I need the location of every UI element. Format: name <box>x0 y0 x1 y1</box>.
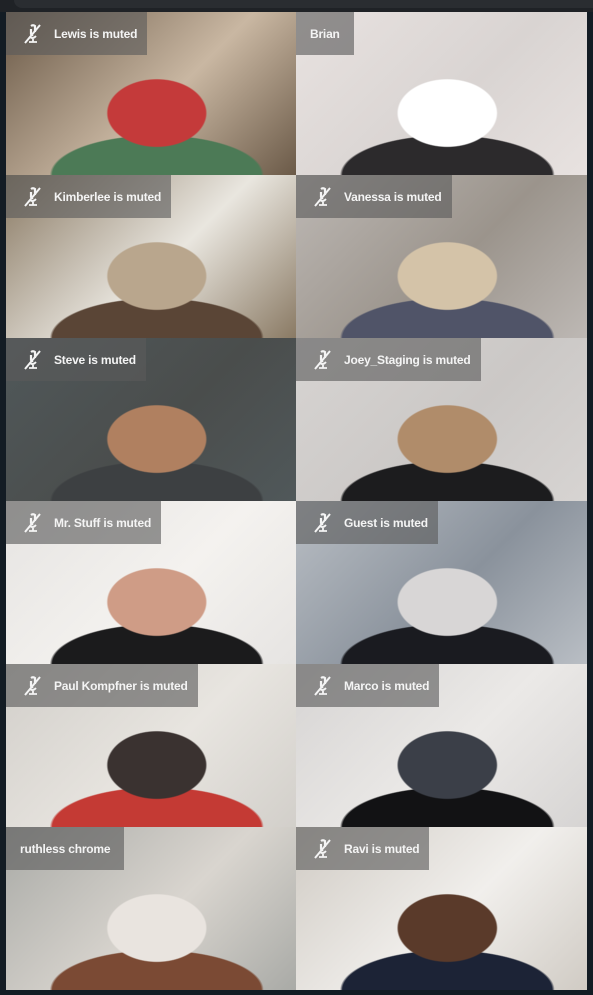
browser-tab-strip <box>14 0 593 8</box>
participant-status-text: Vanessa is muted <box>344 189 442 204</box>
participant-name-label: Marco is muted <box>296 664 440 707</box>
participant-status-text: Brian <box>310 26 340 41</box>
participant-tile-joey-staging[interactable]: Joey_Staging is muted <box>296 338 587 501</box>
participant-tile-brian[interactable]: Brian <box>296 12 587 175</box>
participant-status-text: Kimberlee is muted <box>54 189 162 204</box>
participant-tile-steve[interactable]: Steve is muted <box>6 338 296 501</box>
mic-off-icon <box>312 838 334 860</box>
participant-status-text: Paul Kompfner is muted <box>54 678 188 693</box>
participant-name-label: Guest is muted <box>296 501 438 544</box>
participant-grid: Lewis is muted Brian Kimberlee is muted <box>6 12 587 990</box>
participant-name-label: Ravi is muted <box>296 827 430 870</box>
participant-tile-mr-stuff[interactable]: Mr. Stuff is muted <box>6 501 296 664</box>
participant-name-label: Vanessa is muted <box>296 175 452 218</box>
participant-status-text: ruthless chrome <box>20 841 111 856</box>
mic-off-icon <box>312 186 334 208</box>
participant-tile-ravi[interactable]: Ravi is muted <box>296 827 587 990</box>
participant-name-label: Kimberlee is muted <box>6 175 172 218</box>
participant-status-text: Steve is muted <box>54 352 136 367</box>
mic-off-icon <box>312 349 334 371</box>
mic-off-icon <box>22 512 44 534</box>
participant-tile-vanessa[interactable]: Vanessa is muted <box>296 175 587 338</box>
mic-off-icon <box>22 349 44 371</box>
participant-name-label: ruthless chrome <box>6 827 125 870</box>
mic-off-icon <box>22 675 44 697</box>
participant-tile-kimberlee[interactable]: Kimberlee is muted <box>6 175 296 338</box>
participant-tile-guest[interactable]: Guest is muted <box>296 501 587 664</box>
participant-status-text: Guest is muted <box>344 515 428 530</box>
participant-name-label: Paul Kompfner is muted <box>6 664 198 707</box>
participant-tile-lewis[interactable]: Lewis is muted <box>6 12 296 175</box>
participant-tile-paul-kompfner[interactable]: Paul Kompfner is muted <box>6 664 296 827</box>
participant-tile-ruthless-chrome[interactable]: ruthless chrome <box>6 827 296 990</box>
participant-tile-marco[interactable]: Marco is muted <box>296 664 587 827</box>
participant-status-text: Ravi is muted <box>344 841 420 856</box>
participant-name-label: Lewis is muted <box>6 12 148 55</box>
participant-status-text: Joey_Staging is muted <box>344 352 471 367</box>
browser-top-bar <box>0 0 593 12</box>
participant-status-text: Lewis is muted <box>54 26 138 41</box>
participant-status-text: Mr. Stuff is muted <box>54 515 152 530</box>
mic-off-icon <box>312 675 334 697</box>
participant-name-label: Mr. Stuff is muted <box>6 501 162 544</box>
mic-off-icon <box>22 23 44 45</box>
participant-name-label: Steve is muted <box>6 338 146 381</box>
participant-name-label: Joey_Staging is muted <box>296 338 481 381</box>
mic-off-icon <box>312 512 334 534</box>
participant-name-label: Brian <box>296 12 354 55</box>
mic-off-icon <box>22 186 44 208</box>
participant-status-text: Marco is muted <box>344 678 430 693</box>
